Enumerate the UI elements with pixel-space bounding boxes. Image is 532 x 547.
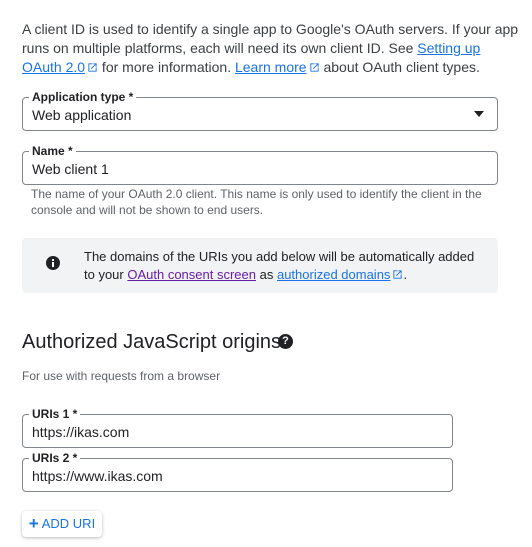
uri-1-label: URIs 1 * <box>29 406 81 422</box>
intro-text-3: about OAuth client types. <box>319 59 480 75</box>
info-icon <box>46 256 60 270</box>
section-title: Authorized JavaScript origins <box>22 331 282 353</box>
external-link-icon[interactable] <box>309 62 320 73</box>
oauth-consent-screen-link[interactable]: OAuth consent screen <box>127 267 256 282</box>
external-link-icon[interactable] <box>392 269 403 280</box>
info-text: The domains of the URIs you add below wi… <box>84 248 484 284</box>
uri-1-value: https://ikas.com <box>32 424 130 440</box>
application-type-label: Application type * <box>29 89 137 105</box>
chevron-down-icon[interactable] <box>474 111 484 117</box>
name-field[interactable]: Name * Web client 1 <box>22 143 498 185</box>
info-text-3: . <box>403 267 408 282</box>
plus-icon: + <box>28 514 39 533</box>
add-uri-button[interactable]: + ADD URI <box>22 511 102 537</box>
name-label: Name * <box>29 143 76 159</box>
learn-more-link[interactable]: Learn more <box>235 59 307 75</box>
application-type-value: Web application <box>32 107 132 123</box>
intro-text-2: for more information. <box>98 59 235 75</box>
uri-2-label: URIs 2 * <box>29 450 81 466</box>
info-banner: The domains of the URIs you add below wi… <box>22 238 498 293</box>
application-type-select[interactable]: Application type * Web application <box>22 89 498 131</box>
section-subtitle: For use with requests from a browser <box>22 369 221 383</box>
external-link-icon[interactable] <box>87 62 98 73</box>
authorized-domains-link[interactable]: authorized domains <box>277 267 390 282</box>
name-helper-text: The name of your OAuth 2.0 client. This … <box>31 187 482 217</box>
info-text-2: as <box>256 267 277 282</box>
intro-paragraph: A client ID is used to identify a single… <box>22 20 522 77</box>
help-icon[interactable]: ? <box>278 334 293 349</box>
uri-2-value: https://www.ikas.com <box>32 468 163 484</box>
uri-2-field[interactable]: URIs 2 * https://www.ikas.com <box>22 450 453 492</box>
uri-1-field[interactable]: URIs 1 * https://ikas.com <box>22 406 453 448</box>
name-value: Web client 1 <box>32 161 109 177</box>
add-uri-label: ADD URI <box>41 516 96 531</box>
